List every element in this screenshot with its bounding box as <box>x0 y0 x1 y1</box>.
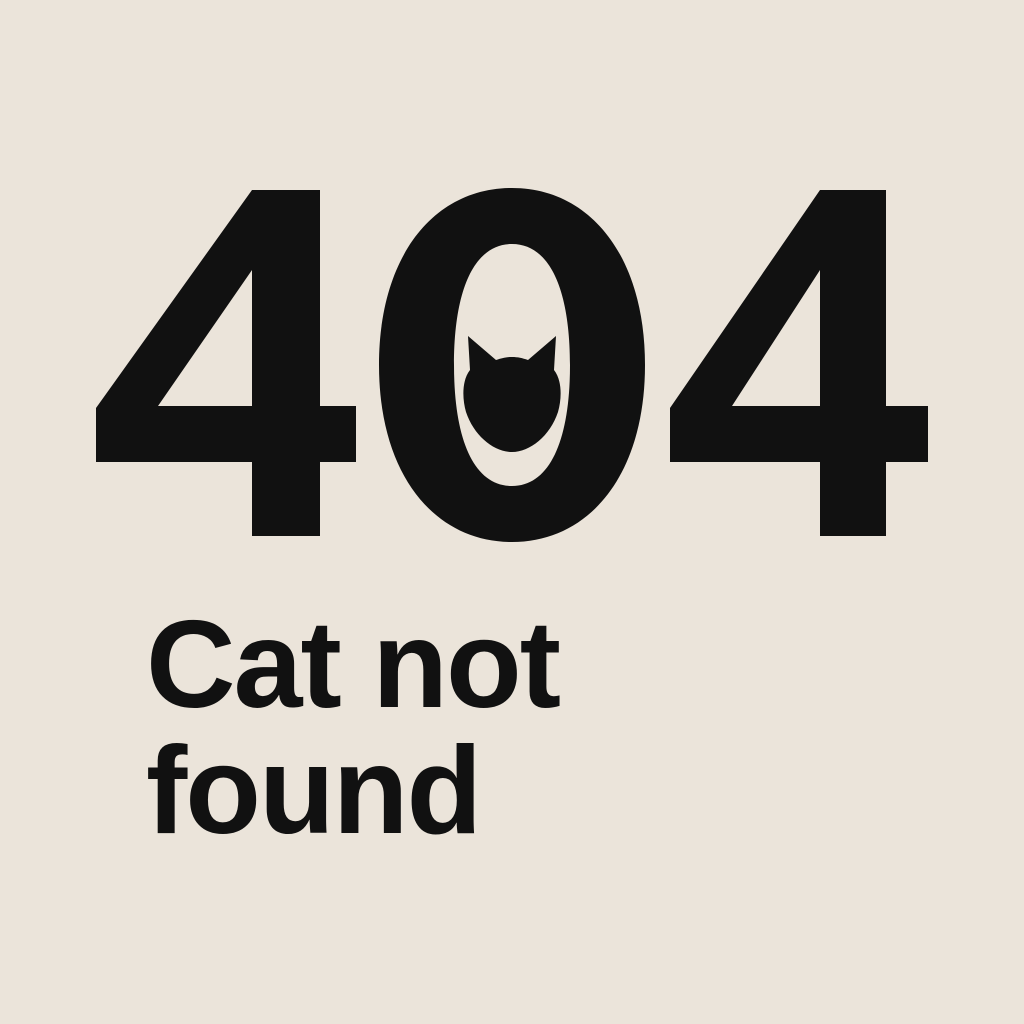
svg-text:0: 0 <box>0 0 9 4</box>
svg-text:4: 4 <box>0 0 9 4</box>
error-message-line-2: found <box>146 722 482 860</box>
digit-four-left: 4 <box>0 0 356 536</box>
error-message-line-1: Cat not <box>146 596 561 734</box>
cat-head-icon <box>463 336 561 452</box>
svg-text:4: 4 <box>0 0 9 4</box>
error-page: 4 0 4 Cat not found <box>0 0 1024 1024</box>
error-message: Cat not found <box>146 602 906 854</box>
error-code: 4 0 4 <box>0 0 1024 1024</box>
